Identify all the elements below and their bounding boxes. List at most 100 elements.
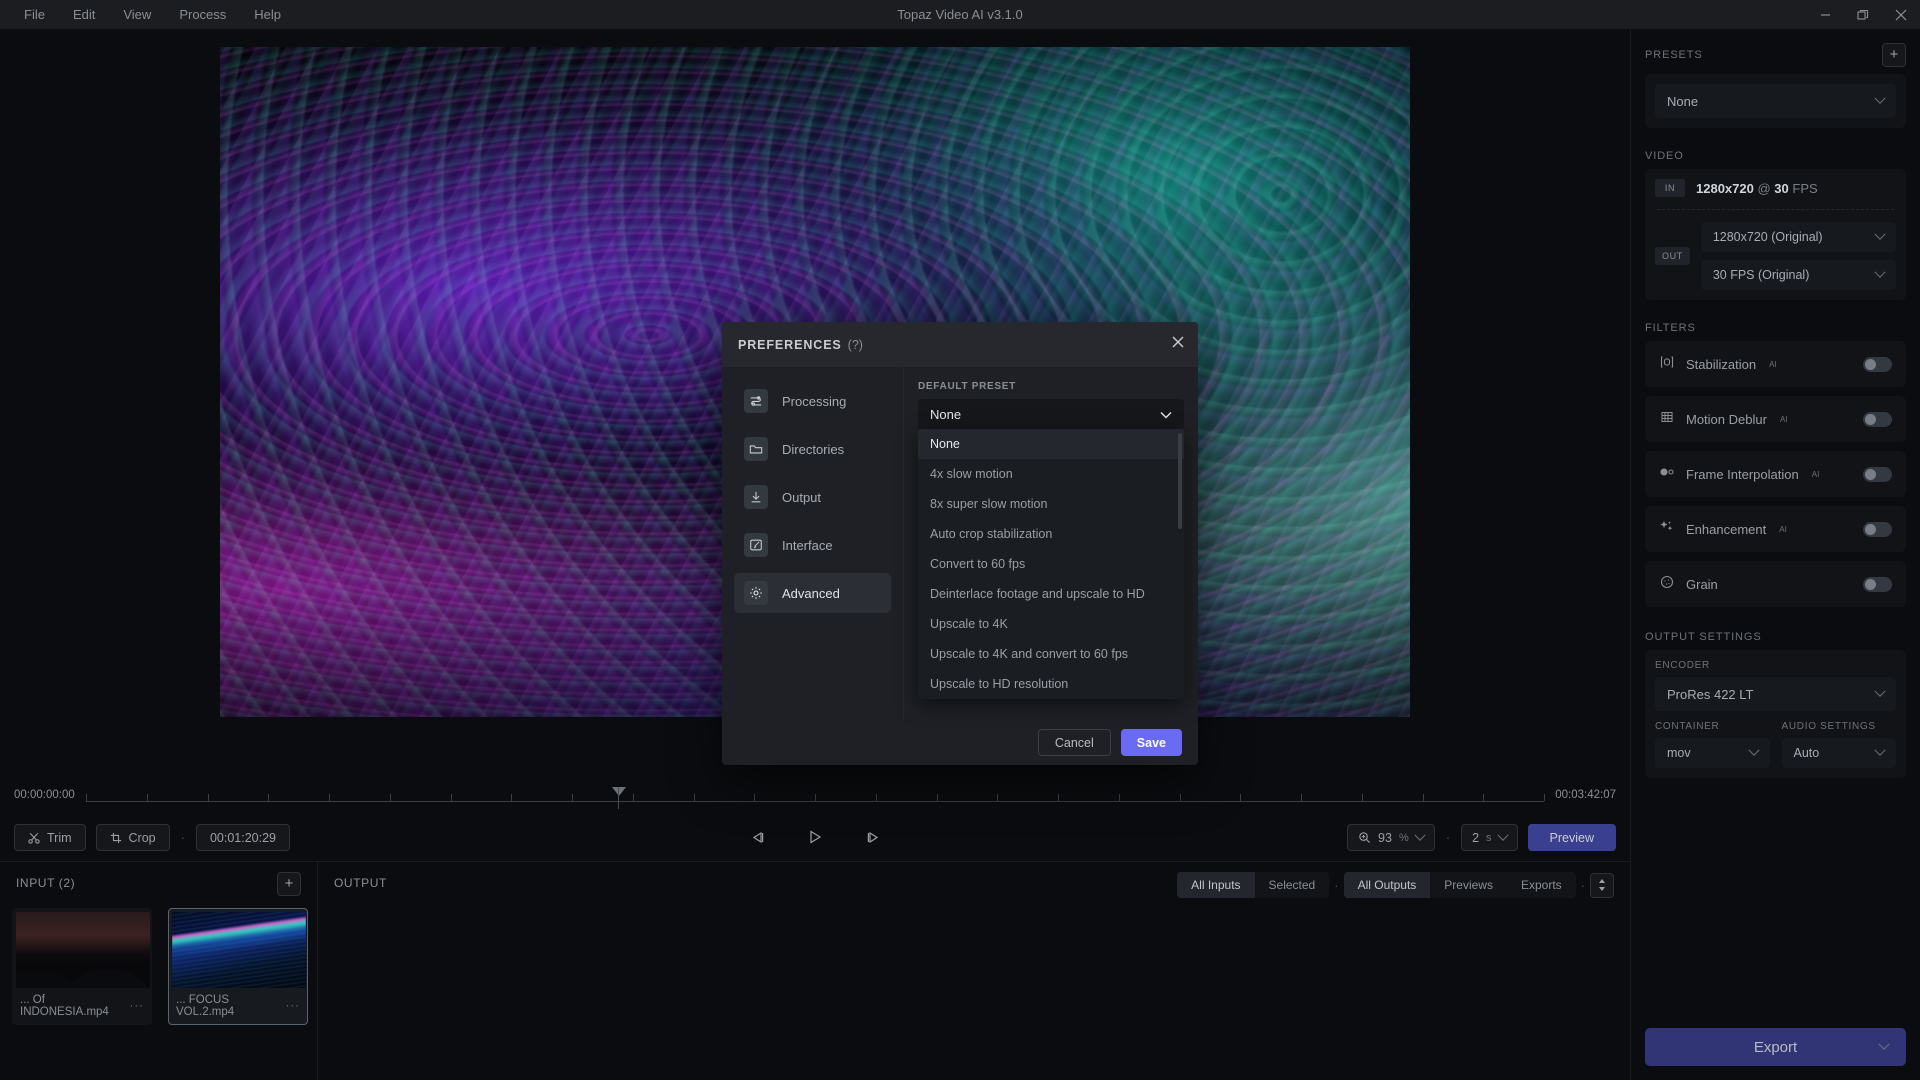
chevron-down-icon[interactable] [1878, 1038, 1890, 1050]
in-badge: IN [1655, 179, 1685, 197]
presets-card: None [1645, 74, 1906, 128]
close-icon[interactable] [1882, 0, 1920, 29]
filter-toggle[interactable] [1863, 576, 1892, 592]
menu-item-file[interactable]: File [10, 3, 59, 26]
tab-selected[interactable]: Selected [1255, 872, 1330, 898]
audio-settings-select[interactable]: Auto [1781, 738, 1896, 768]
filter-toggle[interactable] [1863, 411, 1892, 427]
gear-icon [744, 581, 768, 605]
default-preset-select[interactable]: None [918, 399, 1184, 430]
tab-exports[interactable]: Exports [1507, 872, 1576, 898]
menu-item-view[interactable]: View [109, 3, 165, 26]
help-icon[interactable]: (?) [848, 338, 863, 352]
timeline-playhead[interactable] [612, 787, 626, 796]
output-framerate-select[interactable]: 30 FPS (Original) [1700, 260, 1896, 290]
timeline-track[interactable] [86, 794, 1545, 802]
sidebar-item-interface[interactable]: Interface [734, 525, 891, 565]
timeline-tick [86, 794, 87, 801]
sidebar-item-advanced[interactable]: Advanced [734, 573, 891, 613]
timeline-tick [1118, 794, 1120, 801]
preview-button[interactable]: Preview [1527, 824, 1616, 851]
add-input-button[interactable]: + [277, 872, 301, 896]
dropdown-option[interactable]: Upscale to HD resolution [918, 669, 1184, 699]
list-item[interactable]: ... FOCUS VOL.2.mp4 ··· [168, 908, 308, 1025]
crop-label: Crop [128, 830, 156, 845]
playback-controls [746, 827, 884, 847]
encoder-select[interactable]: ProRes 422 LT [1655, 677, 1896, 711]
filter-row-stabilization[interactable]: Stabilization AI [1645, 341, 1906, 387]
tab-all-inputs[interactable]: All Inputs [1177, 872, 1255, 898]
timeline[interactable]: 00:00:00:00 00:03:42:07 [0, 779, 1630, 817]
filter-left: Motion Deblur AI [1659, 409, 1788, 430]
dropdown-option[interactable]: Upscale to 4K and convert to 60 fps [918, 639, 1184, 669]
chevron-down-icon [1874, 228, 1886, 240]
crop-button[interactable]: Crop [95, 824, 170, 851]
sidebar-item-directories[interactable]: Directories [734, 429, 891, 469]
filter-row-grain[interactable]: Grain [1645, 561, 1906, 607]
filter-row-frame-interpolation[interactable]: Frame Interpolation AI [1645, 451, 1906, 497]
tab-previews[interactable]: Previews [1430, 872, 1507, 898]
step-back-icon[interactable] [746, 827, 768, 847]
filter-toggle[interactable] [1863, 356, 1892, 372]
timeline-tick [572, 794, 573, 801]
sidebar-item-processing[interactable]: Processing [734, 381, 891, 421]
dropdown-option[interactable]: None [918, 429, 1184, 459]
sidebar-item-output[interactable]: Output [734, 477, 891, 517]
preset-value: None [1667, 93, 1699, 109]
thumbnail-menu-icon[interactable]: ··· [286, 1000, 301, 1012]
timeline-tick [1361, 794, 1363, 801]
cancel-button[interactable]: Cancel [1037, 729, 1111, 756]
step-unit: s [1486, 831, 1492, 844]
audio-col: AUDIO SETTINGS Auto [1781, 721, 1896, 768]
filter-name: Stabilization [1686, 356, 1757, 372]
output-panel: OUTPUT All Inputs Selected · All Outputs… [318, 862, 1630, 1080]
zoom-level-select[interactable]: 93 % [1347, 824, 1435, 851]
sidebar-item-label: Interface [782, 537, 833, 553]
menu-item-help[interactable]: Help [240, 3, 295, 26]
menu-item-process[interactable]: Process [165, 3, 240, 26]
dropdown-option[interactable]: Deinterlace footage and upscale to HD [918, 579, 1184, 609]
dropdown-option[interactable]: Convert to 60 fps [918, 549, 1184, 579]
save-button[interactable]: Save [1120, 729, 1182, 756]
separator-dot-4: · [1580, 877, 1585, 893]
current-time-field[interactable]: 00:01:20:29 [195, 824, 291, 851]
filter-row-motion-deblur[interactable]: Motion Deblur AI [1645, 396, 1906, 442]
dropdown-option[interactable]: Upscale to 4K [918, 609, 1184, 639]
play-icon[interactable] [804, 827, 826, 847]
video-label: VIDEO [1645, 150, 1684, 162]
frame-interpolation-icon [1659, 464, 1675, 485]
preset-select[interactable]: None [1655, 84, 1896, 118]
output-resolution-select[interactable]: 1280x720 (Original) [1700, 222, 1896, 252]
timeline-tick [450, 794, 452, 801]
window-controls [1806, 0, 1920, 29]
video-card: IN 1280x720 @ 30 FPS OUT 1280x720 (Origi… [1645, 169, 1906, 300]
step-forward-icon[interactable] [862, 827, 884, 847]
dropdown-option[interactable]: 8x super slow motion [918, 489, 1184, 519]
export-button[interactable]: Export [1645, 1028, 1906, 1066]
sort-icon[interactable] [1590, 872, 1614, 898]
close-icon[interactable] [1171, 335, 1185, 354]
thumbnail-menu-icon[interactable]: ··· [130, 1000, 145, 1012]
step-size-select[interactable]: 2 s [1461, 824, 1518, 851]
separator-dot-2: · [1445, 830, 1451, 845]
timeline-tick [207, 794, 209, 801]
dialog-header: PREFERENCES (?) [722, 322, 1198, 367]
trim-button[interactable]: Trim [14, 824, 86, 851]
dropdown-option[interactable]: 4x slow motion [918, 459, 1184, 489]
filter-row-enhancement[interactable]: Enhancement AI [1645, 506, 1906, 552]
menu-item-edit[interactable]: Edit [59, 3, 109, 26]
output-filter-tab-group: All Outputs Previews Exports [1343, 872, 1576, 898]
default-preset-dropdown[interactable]: None 4x slow motion 8x super slow motion… [918, 429, 1184, 699]
thumbnail-label-row: ... Of INDONESIA.mp4 ··· [16, 988, 148, 1021]
container-select[interactable]: mov [1655, 738, 1770, 768]
list-item[interactable]: ... Of INDONESIA.mp4 ··· [12, 908, 152, 1025]
add-preset-button[interactable]: + [1882, 43, 1906, 67]
minimize-icon[interactable] [1806, 0, 1844, 29]
filter-toggle[interactable] [1863, 466, 1892, 482]
tab-all-outputs[interactable]: All Outputs [1343, 872, 1431, 898]
dropdown-option[interactable]: Auto crop stabilization [918, 519, 1184, 549]
filter-toggle[interactable] [1863, 521, 1892, 537]
dropdown-scrollbar[interactable] [1178, 433, 1182, 529]
restore-icon[interactable] [1844, 0, 1882, 29]
preferences-nav: Processing Directories Output Interface … [722, 367, 904, 720]
